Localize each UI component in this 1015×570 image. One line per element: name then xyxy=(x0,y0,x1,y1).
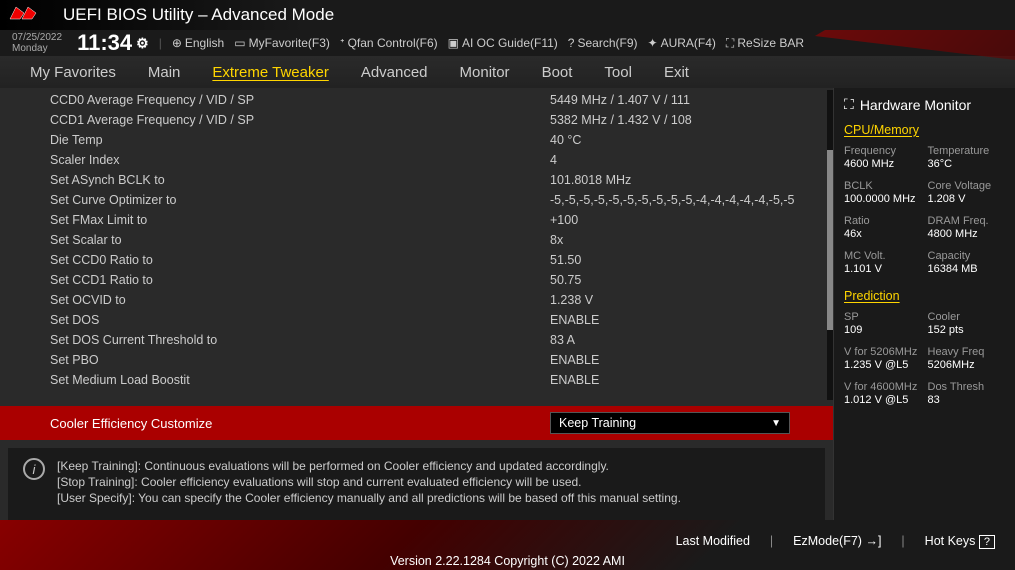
setting-label: CCD0 Average Frequency / VID / SP xyxy=(50,91,550,109)
tab-extreme-tweaker[interactable]: Extreme Tweaker xyxy=(212,64,328,81)
aura-icon: ✦ xyxy=(648,36,658,50)
setting-value: ENABLE xyxy=(550,311,798,329)
setting-label: Set DOS xyxy=(50,311,550,329)
hw-item: BCLK100.0000 MHz xyxy=(844,180,922,205)
setting-value: 4 xyxy=(550,151,798,169)
question-icon: ? xyxy=(979,535,995,549)
cooler-efficiency-row[interactable]: Cooler Efficiency Customize Keep Trainin… xyxy=(0,406,833,440)
setting-label: Set OCVID to xyxy=(50,291,550,309)
tab-tool[interactable]: Tool xyxy=(604,64,632,81)
search-button[interactable]: ? Search(F9) xyxy=(568,36,638,50)
version-label: Version 2.22.1284 Copyright (C) 2022 AMI xyxy=(390,554,625,568)
hw-monitor-title: Hardware Monitor xyxy=(860,97,971,113)
setting-row[interactable]: Set OCVID to1.238 V xyxy=(0,290,833,310)
search-icon: ? xyxy=(568,36,575,50)
aioc-button[interactable]: ▣ AI OC Guide(F11) xyxy=(448,36,558,50)
setting-row[interactable]: CCD1 Average Frequency / VID / SP5382 MH… xyxy=(0,110,833,130)
clock-time: 11:34 xyxy=(77,30,132,56)
setting-value: ENABLE xyxy=(550,371,798,389)
setting-row[interactable]: Set Scalar to8x xyxy=(0,230,833,250)
app-title: UEFI BIOS Utility – Advanced Mode xyxy=(63,5,334,25)
setting-row[interactable]: Set CCD0 Ratio to51.50 xyxy=(0,250,833,270)
setting-value: 101.8018 MHz xyxy=(550,171,798,189)
setting-label: CCD1 Average Frequency / VID / SP xyxy=(50,111,550,129)
setting-row[interactable]: Set Medium Load BoostitENABLE xyxy=(0,370,833,390)
setting-value: -5,-5,-5,-5,-5,-5,-5,-5,-5,-5,-4,-4,-4,-… xyxy=(550,191,798,209)
setting-row[interactable]: Set FMax Limit to+100 xyxy=(0,210,833,230)
fan-icon: ᕀ xyxy=(340,36,345,50)
prediction-section: Prediction xyxy=(844,289,1005,303)
language-button[interactable]: ⊕ English xyxy=(172,36,224,50)
setting-value: 50.75 xyxy=(550,271,798,289)
ezmode-button[interactable]: EzMode(F7) →] xyxy=(793,534,881,548)
setting-value: +100 xyxy=(550,211,798,229)
setting-value: ENABLE xyxy=(550,351,798,369)
hw-item: DRAM Freq.4800 MHz xyxy=(928,215,1006,240)
setting-label: Set CCD1 Ratio to xyxy=(50,271,550,289)
tab-exit[interactable]: Exit xyxy=(664,64,689,81)
setting-row[interactable]: Die Temp40 °C xyxy=(0,130,833,150)
setting-value: 1.238 V xyxy=(550,291,798,309)
resize-icon: ⛶ xyxy=(726,36,734,51)
setting-label: Set PBO xyxy=(50,351,550,369)
hotkeys-button[interactable]: Hot Keys ? xyxy=(925,534,995,548)
setting-row[interactable]: Set ASynch BCLK to101.8018 MHz xyxy=(0,170,833,190)
exit-icon: →] xyxy=(865,534,881,548)
setting-row[interactable]: Set CCD1 Ratio to50.75 xyxy=(0,270,833,290)
setting-label: Set ASynch BCLK to xyxy=(50,171,550,189)
setting-value: 5382 MHz / 1.432 V / 108 xyxy=(550,111,798,129)
chevron-down-icon: ▼ xyxy=(771,418,781,429)
setting-row[interactable]: Set PBOENABLE xyxy=(0,350,833,370)
setting-row[interactable]: Set DOSENABLE xyxy=(0,310,833,330)
cooler-label: Cooler Efficiency Customize xyxy=(50,416,550,431)
setting-row[interactable]: Set Curve Optimizer to-5,-5,-5,-5,-5,-5,… xyxy=(0,190,833,210)
aura-button[interactable]: ✦ AURA(F4) xyxy=(648,36,716,50)
hw-item: Frequency4600 MHz xyxy=(844,145,922,170)
info-icon: i xyxy=(23,458,45,480)
setting-label: Set DOS Current Threshold to xyxy=(50,331,550,349)
setting-label: Set Scalar to xyxy=(50,231,550,249)
setting-label: Die Temp xyxy=(50,131,550,149)
setting-value: 40 °C xyxy=(550,131,798,149)
tab-my-favorites[interactable]: My Favorites xyxy=(30,64,116,81)
last-modified-button[interactable]: Last Modified xyxy=(676,534,750,548)
setting-label: Set Curve Optimizer to xyxy=(50,191,550,209)
cpu-memory-section: CPU/Memory xyxy=(844,123,1005,137)
monitor-icon: ⛶ xyxy=(844,96,854,113)
tab-advanced[interactable]: Advanced xyxy=(361,64,428,81)
scrollbar[interactable] xyxy=(827,90,833,400)
hw-item: MC Volt.1.101 V xyxy=(844,250,922,275)
setting-row[interactable]: Scaler Index4 xyxy=(0,150,833,170)
setting-value: 51.50 xyxy=(550,251,798,269)
setting-label: Scaler Index xyxy=(50,151,550,169)
hw-item: Capacity16384 MB xyxy=(928,250,1006,275)
screen-icon: ▭ xyxy=(234,36,245,50)
tab-boot[interactable]: Boot xyxy=(542,64,573,81)
rog-logo xyxy=(8,3,48,28)
globe-icon: ⊕ xyxy=(172,36,182,50)
setting-label: Set Medium Load Boostit xyxy=(50,371,550,389)
setting-value: 8x xyxy=(550,231,798,249)
scrollbar-thumb[interactable] xyxy=(827,150,833,330)
tab-monitor[interactable]: Monitor xyxy=(460,64,510,81)
setting-value: 5449 MHz / 1.407 V / 111 xyxy=(550,91,798,109)
hw-item: Ratio46x xyxy=(844,215,922,240)
hw-item: Temperature36°C xyxy=(928,145,1006,170)
setting-row[interactable]: Set DOS Current Threshold to83 A xyxy=(0,330,833,350)
setting-value: 83 A xyxy=(550,331,798,349)
date-label: 07/25/2022 xyxy=(12,32,62,43)
resizebar-button[interactable]: ⛶ ReSize BAR xyxy=(726,36,804,51)
day-label: Monday xyxy=(12,43,62,54)
qfan-button[interactable]: ᕀ Qfan Control(F6) xyxy=(340,36,438,50)
myfavorite-button[interactable]: ▭ MyFavorite(F3) xyxy=(234,36,330,50)
chip-icon: ▣ xyxy=(448,36,459,50)
setting-label: Set CCD0 Ratio to xyxy=(50,251,550,269)
help-box: i [Keep Training]: Continuous evaluation… xyxy=(8,448,825,520)
gear-icon[interactable]: ⚙ xyxy=(136,35,149,52)
hw-item: Core Voltage1.208 V xyxy=(928,180,1006,205)
cooler-select[interactable]: Keep Training ▼ xyxy=(550,412,790,434)
setting-row[interactable]: CCD0 Average Frequency / VID / SP5449 MH… xyxy=(0,90,833,110)
setting-label: Set FMax Limit to xyxy=(50,211,550,229)
tab-main[interactable]: Main xyxy=(148,64,181,81)
